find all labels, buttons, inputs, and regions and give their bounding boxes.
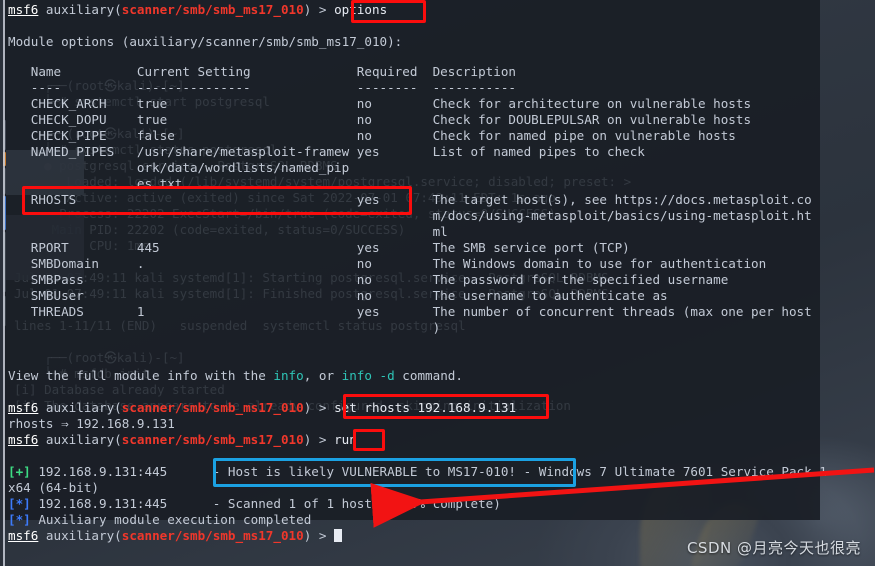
result-host: 192.168.9.131:445: [30, 496, 168, 511]
info-hint-line: View the full module info with the info,…: [8, 368, 463, 383]
status-marker: [+]: [8, 464, 31, 479]
prompt-module-path: scanner/smb/smb_ms17_010: [121, 432, 304, 447]
result-line: [*] Auxiliary module execution completed: [8, 512, 311, 528]
prompt-module-path: scanner/smb/smb_ms17_010: [121, 2, 304, 17]
table-row: THREADS 1 yes The number of concurrent t…: [8, 304, 812, 319]
status-marker: [*]: [8, 512, 31, 527]
screenshot-root: ┌──(root㉿kali)-[~] └─# systemctl start p…: [0, 0, 875, 566]
set-rhosts-result: rhosts ⇒ 192.168.9.131: [8, 416, 175, 431]
prompt-user: msf6: [8, 400, 39, 415]
table-row: SMBUser no The username to authenticate …: [8, 288, 668, 303]
prompt-module-path: scanner/smb/smb_ms17_010: [121, 400, 304, 415]
prompt-user: msf6: [8, 2, 39, 17]
module-options-header: Module options (auxiliary/scanner/smb/sm…: [8, 34, 403, 49]
prompt-user: msf6: [8, 432, 39, 447]
table-row: SMBDomain . no The Windows domain to use…: [8, 256, 767, 271]
table-row: CHECK_DOPU true no Check for DOUBLEPULSA…: [8, 112, 752, 127]
table-row-continuation: ): [8, 320, 441, 335]
terminal-window-left-border: [3, 0, 5, 566]
prompt-user: msf6: [8, 528, 39, 543]
prompt-line-run: msf6 auxiliary(scanner/smb/smb_ms17_010)…: [8, 432, 357, 447]
result-line: [+] 192.168.9.131:445 - Host is likely V…: [8, 464, 827, 480]
table-row: NAMED_PIPES /usr/share/metasploit-framew…: [8, 144, 645, 159]
msfconsole-terminal[interactable]: msf6 auxiliary(scanner/smb/smb_ms17_010)…: [8, 0, 875, 566]
set-result-line: rhosts ⇒ 192.168.9.131: [8, 416, 175, 432]
result-text: - Scanned 1 of 1 hosts (100% complete): [167, 496, 501, 511]
table-row: CHECK_PIPE false no Check for named pipe…: [8, 128, 736, 143]
table-row: CHECK_ARCH true no Check for architectur…: [8, 96, 752, 111]
prompt-line-final: msf6 auxiliary(scanner/smb/smb_ms17_010)…: [8, 528, 343, 544]
command-options[interactable]: options: [334, 2, 387, 17]
result-host: 192.168.9.131:445: [30, 464, 168, 479]
info-command[interactable]: info: [273, 368, 303, 383]
table-row-continuation: ork/data/wordlists/named_pip: [8, 160, 433, 175]
command-set-rhosts[interactable]: set rhosts 192.168.9.131: [334, 400, 516, 415]
result-line-wrap: x64 (64-bit): [8, 480, 99, 495]
table-row: SMBPass no The password for the specifie…: [8, 272, 729, 287]
prompt-line-options: msf6 auxiliary(scanner/smb/smb_ms17_010)…: [8, 2, 388, 17]
text-cursor: [334, 529, 343, 542]
table-rule-row: ---- --------------- -------- ----------…: [8, 80, 516, 95]
command-run[interactable]: run: [334, 432, 357, 447]
result-text: - Host is likely VULNERABLE to MS17-010!…: [167, 464, 827, 479]
csdn-watermark: CSDN @月亮今天也很亮: [686, 539, 861, 557]
info-d-command[interactable]: info -d: [342, 368, 395, 383]
prompt-module-path: scanner/smb/smb_ms17_010: [121, 528, 304, 543]
result-text: Auxiliary module execution completed: [30, 512, 312, 527]
table-header-row: Name Current Setting Required Descriptio…: [8, 64, 516, 79]
prompt-line-set-rhosts: msf6 auxiliary(scanner/smb/smb_ms17_010)…: [8, 400, 517, 415]
result-line: [*] 192.168.9.131:445 - Scanned 1 of 1 h…: [8, 496, 501, 512]
module-options-header-line: Module options (auxiliary/scanner/smb/sm…: [8, 34, 402, 50]
status-marker: [*]: [8, 496, 31, 511]
table-row: RPORT 445 yes The SMB service port (TCP): [8, 240, 630, 255]
table-row: RHOSTS yes The target host(s), see https…: [8, 192, 812, 207]
table-row-continuation: ml: [8, 224, 448, 239]
table-row-continuation: es.txt: [8, 176, 433, 191]
table-row-continuation: m/docs/using-metasploit/basics/using-met…: [8, 208, 812, 223]
